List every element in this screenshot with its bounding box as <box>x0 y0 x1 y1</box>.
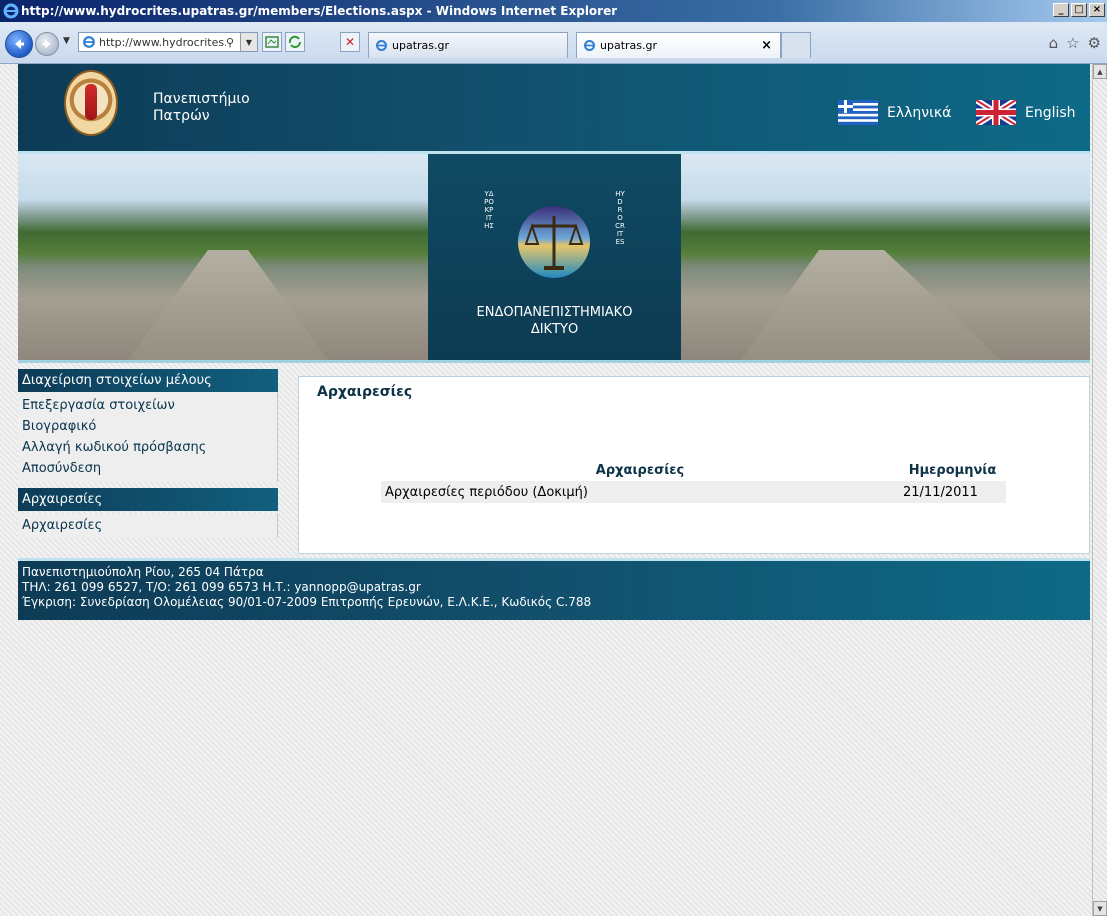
sidebar-item-change-password[interactable]: Αλλαγή κωδικού πρόσβασης <box>18 437 277 458</box>
column-header-elections: Αρχαιρεσίες <box>595 462 685 478</box>
column-header-date: Ημερομηνία <box>908 462 997 478</box>
page-title: Αρχαιρεσίες <box>317 384 413 400</box>
sidebar-elections-links: Αρχαιρεσίες <box>18 514 278 538</box>
forward-arrow-icon <box>42 39 51 49</box>
refresh-icon <box>288 35 301 48</box>
sidebar-member-links: Επεξεργασία στοιχείων Βιογραφικό Αλλαγή … <box>18 392 278 482</box>
compatibility-view-button[interactable] <box>262 32 282 52</box>
browser-toolbar: ▼ http://www.hydrocrites. ⚲ ▼ ✕ upatras.… <box>0 22 1107 64</box>
footer-contact: ΤΗΛ: 261 099 6527, Τ/Ο: 261 099 6573 Η.Τ… <box>22 580 421 594</box>
table-header-row: Αρχαιρεσίες Ημερομηνία <box>381 459 1006 481</box>
river-photo-right <box>681 154 1090 360</box>
tab-close-icon[interactable]: × <box>761 38 772 53</box>
lang-english-link[interactable]: English <box>976 100 1076 125</box>
footer-address: Πανεπιστημιούπολη Ρίου, 265 04 Πάτρα <box>22 565 264 579</box>
refresh-button[interactable] <box>285 32 305 52</box>
stop-icon: ✕ <box>344 35 356 49</box>
compatibility-icon <box>265 36 279 48</box>
page-viewport: Πανεπιστήμιο Πατρών Ελληνικά English ΥΔΡ… <box>0 64 1092 916</box>
footer-approval: Έγκριση: Συνεδρίαση Ολομέλειας 90/01-07-… <box>22 595 592 609</box>
river-photo-left <box>18 154 428 360</box>
maximize-button[interactable]: □ <box>1071 3 1087 17</box>
ie-logo-icon <box>3 3 19 19</box>
tab-label: upatras.gr <box>392 39 450 52</box>
forward-button[interactable] <box>35 32 59 56</box>
tab-2[interactable]: upatras.gr × <box>576 32 781 58</box>
history-dropdown-icon[interactable]: ▼ <box>63 36 70 46</box>
sidebar-section-elections: Αρχαιρεσίες <box>18 488 278 511</box>
address-bar[interactable]: http://www.hydrocrites. ⚲ ▼ <box>78 32 258 52</box>
tab-ie-icon <box>376 40 387 51</box>
tab-1[interactable]: upatras.gr <box>368 32 568 58</box>
greek-flag-icon <box>838 100 878 125</box>
back-button[interactable] <box>5 30 33 58</box>
banner: ΥΔΡΟΚΡΙΤΗΣ HYDROCRITES ΕΝΔΟΠΑΝΕΠΙΣΤΗΜΙΑΚ… <box>18 154 1090 360</box>
close-button[interactable]: × <box>1089 3 1105 17</box>
logo-greek-vertical-text: ΥΔΡΟΚΡΙΤΗΣ <box>484 190 494 230</box>
window-title: http://www.hydrocrites.upatras.gr/member… <box>21 4 618 18</box>
address-text[interactable]: http://www.hydrocrites. <box>99 36 226 49</box>
sidebar-item-elections[interactable]: Αρχαιρεσίες <box>18 515 277 536</box>
sidebar-item-logout[interactable]: Αποσύνδεση <box>18 458 277 479</box>
table-row[interactable]: Αρχαιρεσίες περιόδου (Δοκιμή) 21/11/2011 <box>381 481 1006 503</box>
banner-divider <box>18 360 1090 363</box>
logo-latin-vertical-text: HYDROCRITES <box>615 190 625 246</box>
search-icon[interactable]: ⚲ <box>226 36 240 49</box>
scroll-down-icon[interactable]: ▼ <box>1093 901 1107 916</box>
tab-ie-icon <box>584 40 595 51</box>
home-icon[interactable]: ⌂ <box>1049 34 1059 52</box>
uk-flag-icon <box>976 100 1016 125</box>
back-arrow-icon <box>15 39 24 49</box>
tools-gear-icon[interactable]: ⚙ <box>1088 34 1101 52</box>
sidebar-section-member: Διαχείριση στοιχείων μέλους <box>18 369 278 392</box>
university-name: Πανεπιστήμιο Πατρών <box>153 91 250 124</box>
election-name-cell[interactable]: Αρχαιρεσίες περιόδου (Δοκιμή) <box>381 481 899 503</box>
favorites-star-icon[interactable]: ☆ <box>1066 34 1079 52</box>
hydrocrites-logo-panel: ΥΔΡΟΚΡΙΤΗΣ HYDROCRITES ΕΝΔΟΠΑΝΕΠΙΣΤΗΜΙΑΚ… <box>428 154 681 360</box>
election-date-cell: 21/11/2011 <box>899 481 1006 503</box>
scroll-up-icon[interactable]: ▲ <box>1093 64 1107 79</box>
university-seal-logo[interactable] <box>64 70 118 136</box>
site-footer: Πανεπιστημιούπολη Ρίου, 265 04 Πάτρα ΤΗΛ… <box>18 558 1090 620</box>
elections-table: Αρχαιρεσίες Ημερομηνία Αρχαιρεσίες περιό… <box>381 459 1006 503</box>
page-ie-icon <box>83 36 95 48</box>
lang-greek-link[interactable]: Ελληνικά <box>838 100 951 125</box>
sidebar-item-edit-details[interactable]: Επεξεργασία στοιχείων <box>18 395 277 416</box>
network-title: ΕΝΔΟΠΑΝΕΠΙΣΤΗΜΙΑΚΟ ΔΙΚΤΥΟ <box>476 305 633 337</box>
main-content: Αρχαιρεσίες Αρχαιρεσίες Ημερομηνία Αρχαι… <box>298 376 1090 554</box>
site-header: Πανεπιστήμιο Πατρών Ελληνικά English <box>18 64 1090 154</box>
address-dropdown-icon[interactable]: ▼ <box>240 33 257 51</box>
sidebar-item-cv[interactable]: Βιογραφικό <box>18 416 277 437</box>
new-tab-button[interactable] <box>781 32 811 58</box>
vertical-scrollbar[interactable]: ▲ ▼ <box>1092 64 1107 916</box>
hydrocrites-logo-icon <box>518 206 590 278</box>
tab-label: upatras.gr <box>600 39 658 52</box>
minimize-button[interactable]: _ <box>1053 3 1069 17</box>
window-titlebar: http://www.hydrocrites.upatras.gr/member… <box>0 0 1107 22</box>
stop-button[interactable]: ✕ <box>340 32 360 52</box>
